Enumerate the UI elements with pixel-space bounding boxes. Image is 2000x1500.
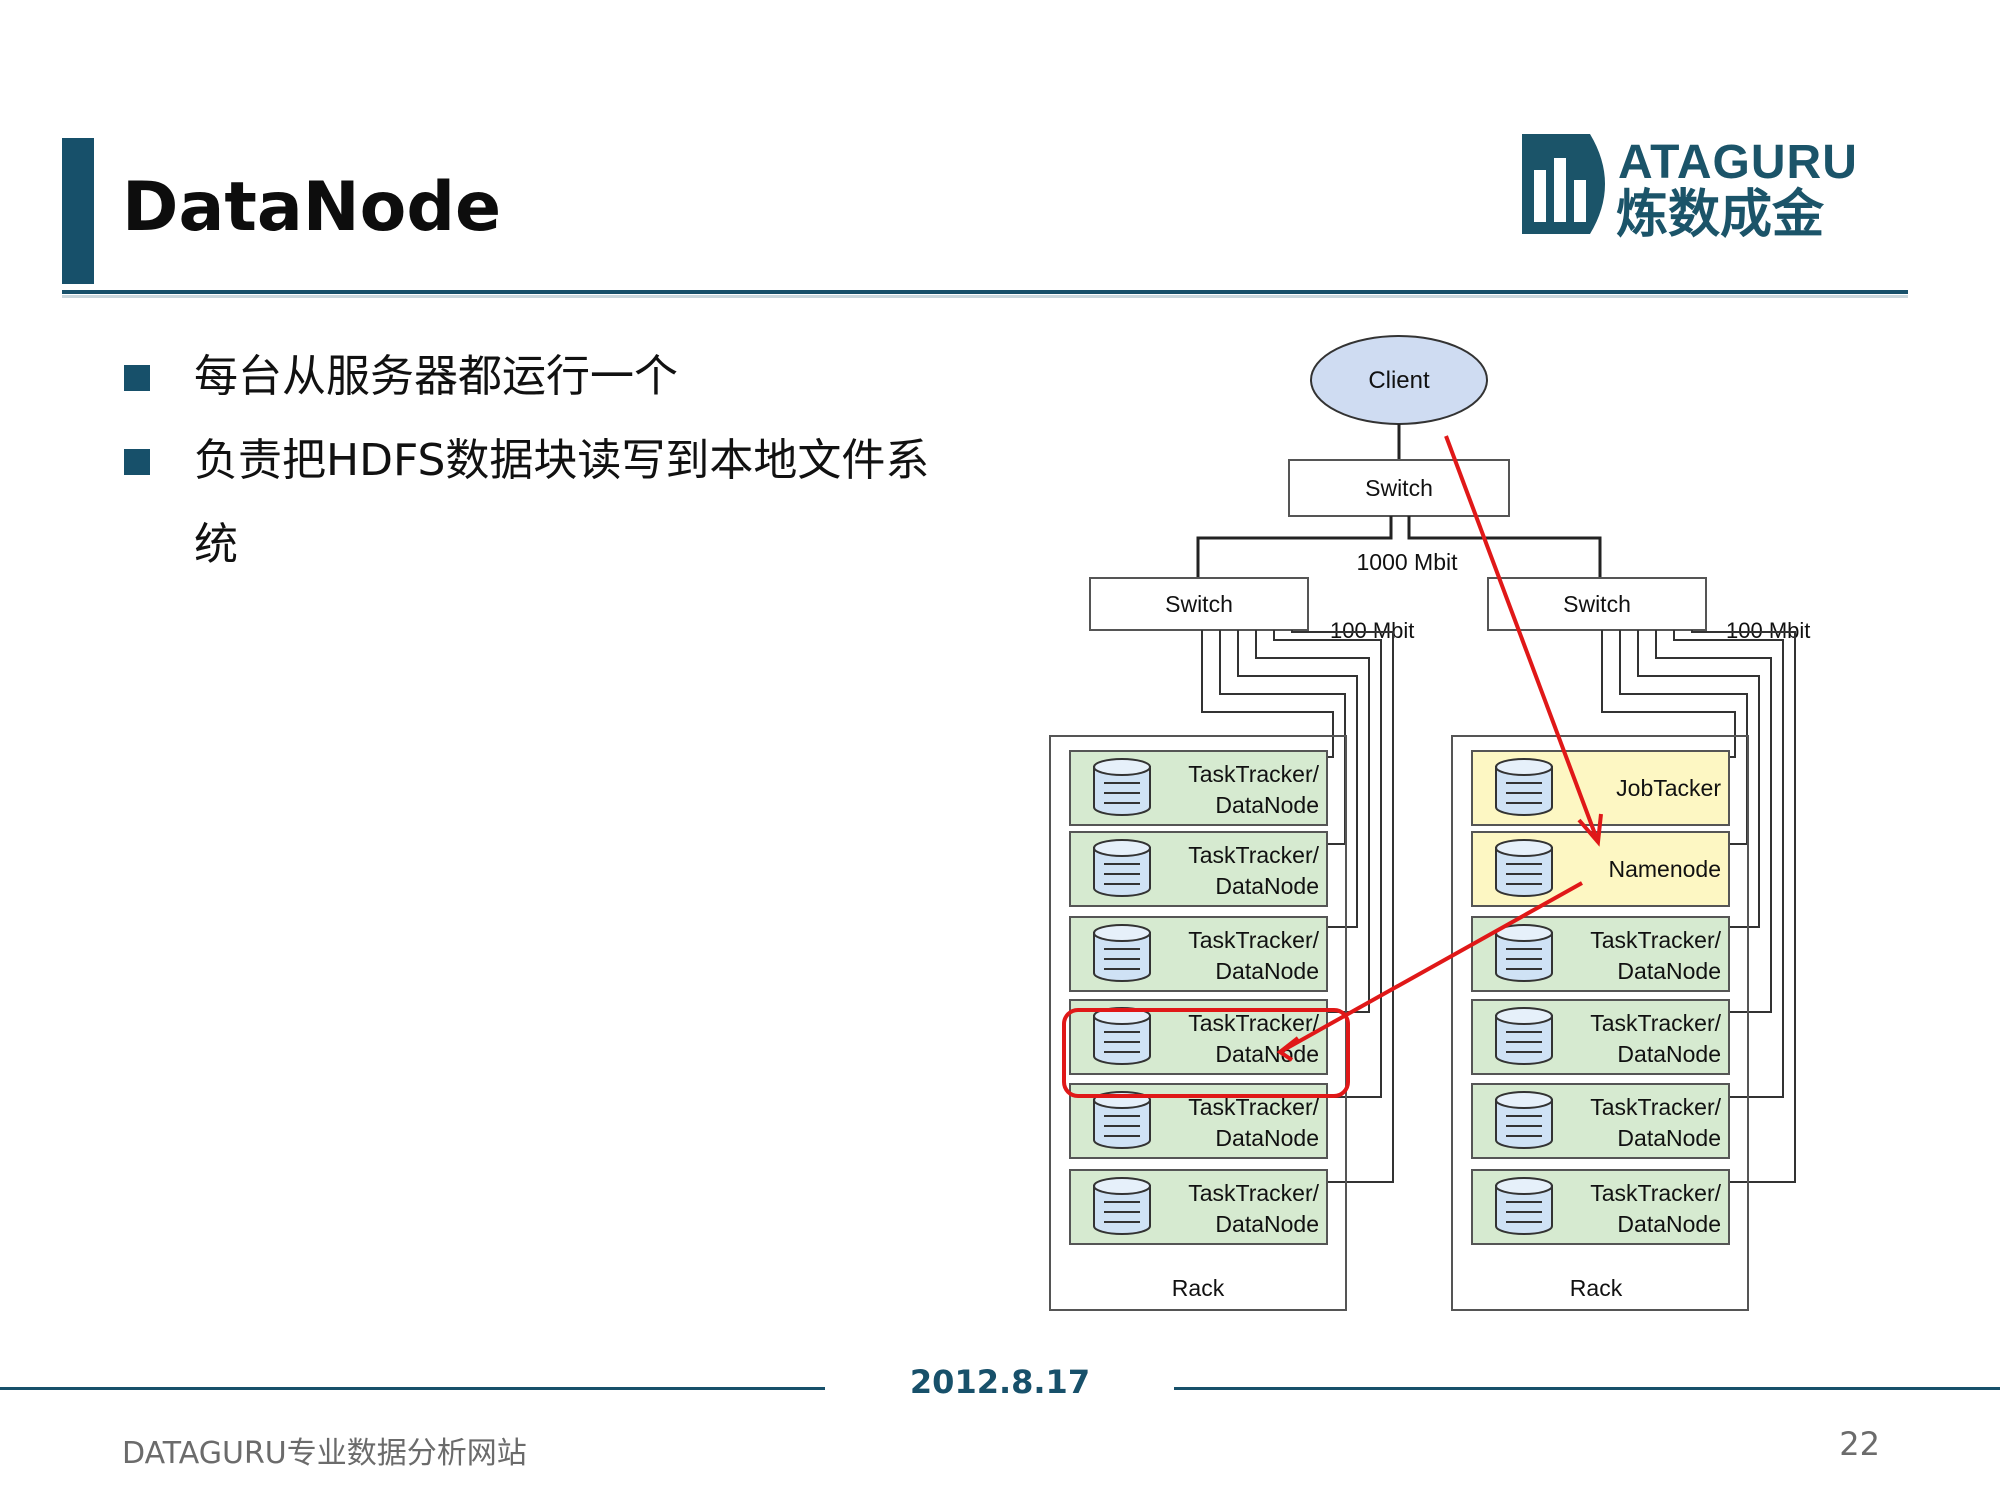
logo-latin: ATAGURU	[1618, 136, 1858, 189]
datanode-node: TaskTracker/DataNode	[1471, 916, 1730, 992]
datanode-node: TaskTracker/DataNode	[1069, 916, 1328, 992]
title-divider	[62, 290, 1908, 294]
core-switch-label: Switch	[1365, 475, 1433, 501]
datanode-node: TaskTracker/DataNode	[1069, 831, 1328, 907]
node-label-line1: TaskTracker/	[1590, 1094, 1721, 1120]
bullet-square-icon	[124, 449, 150, 475]
node-label-line2: DataNode	[1215, 1125, 1319, 1151]
node-label-line2: DataNode	[1215, 958, 1319, 984]
node-label-line2: DataNode	[1215, 792, 1319, 818]
database-icon	[1093, 1007, 1151, 1065]
database-icon	[1495, 839, 1553, 897]
bullet-list: 每台从服务器都运行一个 负责把HDFS数据块读写到本地文件系统	[122, 335, 962, 587]
rack-right-label: Rack	[1570, 1275, 1623, 1301]
client-label: Client	[1368, 367, 1430, 394]
master-node: JobTacker	[1471, 750, 1730, 826]
database-icon	[1093, 839, 1151, 897]
node-label-line2: DataNode	[1617, 1211, 1721, 1237]
node-label-line1: TaskTracker/	[1590, 1010, 1721, 1036]
bullet-square-icon	[124, 365, 150, 391]
page-number: 22	[1839, 1425, 1880, 1463]
title-divider-shadow	[62, 295, 1908, 298]
node-label-line2: DataNode	[1617, 1041, 1721, 1067]
node-label-line2: DataNode	[1215, 873, 1319, 899]
footer-site-name: DATAGURU专业数据分析网站	[122, 1436, 527, 1471]
datanode-node: TaskTracker/DataNode	[1471, 1083, 1730, 1159]
rack-switch-right-label: Switch	[1563, 591, 1631, 617]
logo-cn: 炼数成金	[1616, 185, 1825, 245]
node-label-line2: DataNode	[1617, 1125, 1721, 1151]
database-icon	[1495, 1177, 1553, 1235]
footer-line-left	[0, 1387, 825, 1390]
footer-date: 2012.8.17	[909, 1363, 1091, 1401]
node-label-line2: DataNode	[1215, 1211, 1319, 1237]
datanode-node: TaskTracker/DataNode	[1471, 1169, 1730, 1245]
slide: DataNode ATAGURU 炼数成金 每台从服务器都运行一个 负责把HDF…	[0, 0, 2000, 1500]
node-label-line1: TaskTracker/	[1188, 927, 1319, 953]
bullet-item: 负责把HDFS数据块读写到本地文件系统	[122, 419, 962, 587]
rack-left-label: Rack	[1172, 1275, 1225, 1301]
node-label-line1: TaskTracker/	[1188, 842, 1319, 868]
database-icon	[1495, 924, 1553, 982]
rack-switch-left-label: Switch	[1165, 591, 1233, 617]
datanode-node: TaskTracker/DataNode	[1069, 1169, 1328, 1245]
database-icon	[1093, 1177, 1151, 1235]
footer-line-right	[1174, 1387, 2000, 1390]
datanode-node: TaskTracker/DataNode	[1069, 750, 1328, 826]
database-icon	[1495, 758, 1553, 816]
database-icon	[1093, 924, 1151, 982]
node-label: JobTacker	[1616, 775, 1721, 801]
title-accent-bar	[62, 138, 94, 284]
node-label-line1: TaskTracker/	[1590, 927, 1721, 953]
node-label-line1: TaskTracker/	[1188, 1010, 1319, 1036]
node-label-line2: DataNode	[1215, 1041, 1319, 1067]
dataguru-logo: ATAGURU 炼数成金	[1522, 134, 1858, 245]
node-label: Namenode	[1608, 856, 1721, 882]
node-label-line1: TaskTracker/	[1188, 761, 1319, 787]
datanode-node: TaskTracker/DataNode	[1471, 999, 1730, 1075]
database-icon	[1093, 758, 1151, 816]
database-icon	[1495, 1007, 1553, 1065]
master-node: Namenode	[1471, 831, 1730, 907]
core-link-label: 1000 Mbit	[1356, 549, 1458, 575]
bullet-text: 负责把HDFS数据块读写到本地文件系统	[194, 435, 930, 570]
slide-title: DataNode	[122, 168, 502, 247]
hadoop-cluster-diagram: Client Switch 1000 Mbit Switch 100 Mbit …	[1049, 335, 1810, 1311]
database-icon	[1093, 1091, 1151, 1149]
node-label-line1: TaskTracker/	[1188, 1180, 1319, 1206]
database-icon	[1495, 1091, 1553, 1149]
bullet-item: 每台从服务器都运行一个	[122, 335, 962, 419]
node-label-line2: DataNode	[1617, 958, 1721, 984]
bullet-text: 每台从服务器都运行一个	[194, 351, 678, 402]
node-label-line1: TaskTracker/	[1590, 1180, 1721, 1206]
